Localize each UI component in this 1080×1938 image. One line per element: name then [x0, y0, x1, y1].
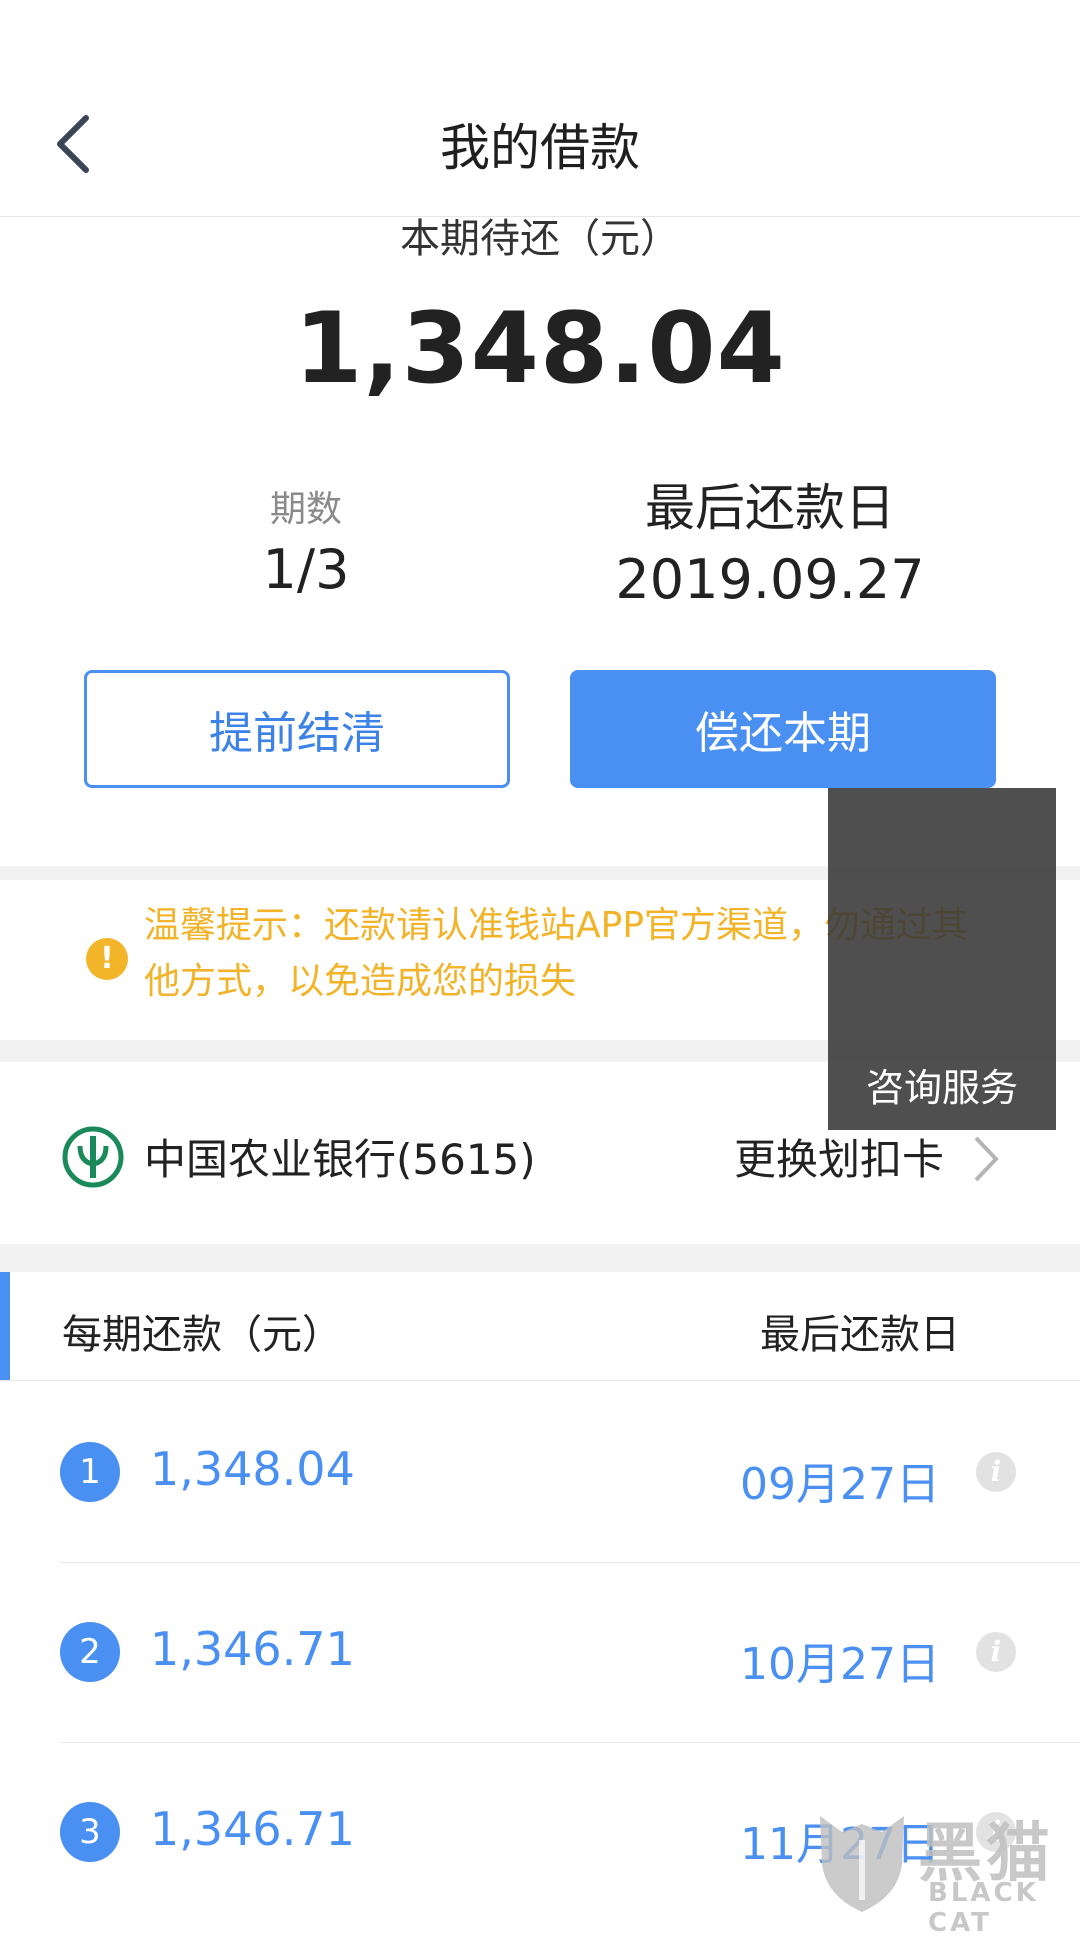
section-divider	[0, 1244, 1080, 1272]
current-due-amount: 1,348.04	[294, 292, 786, 406]
installment-row[interactable]: 2 1,346.71 10月27日 i	[0, 1562, 1080, 1742]
section-accent-bar	[0, 1272, 10, 1380]
divider	[0, 1380, 1080, 1381]
chevron-right-icon	[974, 1136, 999, 1182]
repay-current-button[interactable]: 偿还本期	[570, 670, 996, 788]
last-due-date: 2019.09.27	[615, 548, 925, 611]
periods-value: 1/3	[262, 538, 350, 601]
info-icon[interactable]: i	[976, 1632, 1016, 1672]
settle-early-button[interactable]: 提前结清	[84, 670, 510, 788]
column-header-amount: 每期还款（元）	[62, 1312, 342, 1358]
black-cat-watermark: 黑猫 BLACK CAT	[812, 1800, 1080, 1938]
nav-header: 我的借款	[0, 0, 1080, 217]
installment-amount: 1,348.04	[150, 1442, 355, 1496]
last-due-label: 最后还款日	[645, 479, 895, 537]
installment-amount: 1,346.71	[150, 1802, 355, 1856]
installment-amount: 1,346.71	[150, 1622, 355, 1676]
installment-row[interactable]: 1 1,348.04 09月27日 i	[0, 1382, 1080, 1562]
change-card-link[interactable]: 更换划扣卡	[734, 1126, 944, 1187]
warning-icon: !	[86, 938, 128, 980]
page-title: 我的借款	[440, 119, 640, 177]
consult-service-label: 咨询服务	[865, 1066, 1018, 1110]
cat-shield-icon	[820, 1816, 904, 1912]
info-icon[interactable]: i	[976, 1452, 1016, 1492]
watermark-en: BLACK CAT	[928, 1878, 1039, 1938]
abc-bank-logo-icon	[62, 1126, 124, 1188]
installment-date: 09月27日	[740, 1459, 940, 1510]
periods-label: 期数	[269, 489, 342, 530]
installment-number: 2	[60, 1622, 120, 1682]
consult-service-button[interactable]: 咨询服务	[828, 788, 1056, 1130]
installment-number: 1	[60, 1442, 120, 1502]
installment-date: 10月27日	[740, 1639, 940, 1690]
column-header-date: 最后还款日	[760, 1312, 960, 1358]
bank-card-name: 中国农业银行(5615)	[144, 1135, 536, 1184]
installment-number: 3	[60, 1802, 120, 1862]
